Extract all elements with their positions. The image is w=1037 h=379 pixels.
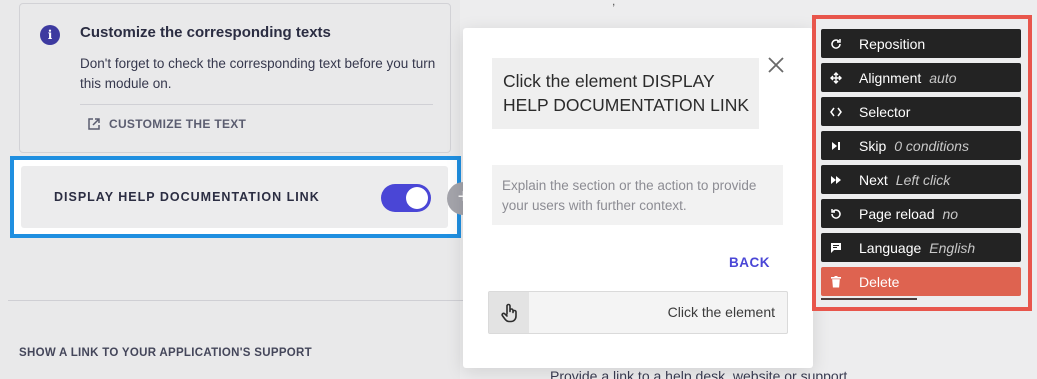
menu-value: Left click: [895, 171, 951, 188]
language-button[interactable]: Language English: [821, 233, 1021, 262]
help-link-toggle[interactable]: [381, 184, 431, 212]
display-help-option-row: DISPLAY HELP DOCUMENTATION LINK: [21, 166, 448, 228]
background-fragment: ,: [612, 0, 616, 8]
info-card-title: Customize the corresponding texts: [80, 24, 331, 41]
customize-text-label: CUSTOMIZE THE TEXT: [109, 117, 247, 131]
support-section-heading: SHOW A LINK TO YOUR APPLICATION'S SUPPOR…: [19, 347, 312, 359]
divider: [80, 104, 433, 105]
customize-text-link[interactable]: CUSTOMIZE THE TEXT: [87, 117, 246, 131]
alignment-icon: [829, 71, 843, 85]
menu-label: Skip: [859, 137, 887, 154]
menu-value: auto: [929, 69, 957, 86]
delete-underline: [821, 298, 917, 300]
code-icon: [829, 105, 843, 119]
menu-value: English: [929, 239, 976, 256]
menu-label: Delete: [859, 273, 900, 290]
menu-label: Alignment: [859, 69, 922, 86]
toggle-knob: [406, 187, 428, 209]
step-description-field[interactable]: Explain the section or the action to pro…: [492, 165, 783, 225]
external-link-icon: [88, 118, 100, 130]
highlighted-element: DISPLAY HELP DOCUMENTATION LINK: [10, 156, 461, 238]
reposition-button[interactable]: Reposition: [821, 29, 1021, 58]
trigger-action-field[interactable]: Click the element: [488, 291, 788, 334]
fast-forward-icon: [829, 173, 843, 187]
reposition-icon: [829, 37, 843, 51]
menu-label: Next: [859, 171, 888, 188]
info-card: i Customize the corresponding texts Don'…: [19, 3, 451, 153]
menu-label: Reposition: [859, 35, 926, 52]
close-icon[interactable]: [766, 55, 786, 75]
trigger-label: Click the element: [667, 304, 775, 320]
pointer-hand-icon: [489, 292, 529, 333]
next-button[interactable]: Next Left click: [821, 165, 1021, 194]
step-settings-panel: Reposition Alignment auto Selector Skip …: [812, 15, 1032, 311]
menu-value: no: [942, 205, 959, 222]
reload-icon: [829, 207, 843, 221]
page-reload-button[interactable]: Page reload no: [821, 199, 1021, 228]
support-description: Provide a link to a help desk, website o…: [550, 368, 848, 379]
menu-value: 0 conditions: [894, 137, 969, 154]
chat-icon: [829, 241, 843, 255]
skip-icon: [829, 139, 843, 153]
info-card-body: Don't forget to check the corresponding …: [80, 56, 436, 91]
selector-button[interactable]: Selector: [821, 97, 1021, 126]
skip-button[interactable]: Skip 0 conditions: [821, 131, 1021, 160]
menu-label: Page reload: [859, 205, 935, 222]
divider: [8, 300, 463, 301]
menu-label: Language: [859, 239, 922, 256]
delete-button[interactable]: Delete: [821, 267, 1021, 296]
option-label: DISPLAY HELP DOCUMENTATION LINK: [54, 190, 320, 204]
back-button[interactable]: BACK: [729, 255, 770, 270]
step-title-field[interactable]: Click the element DISPLAY HELP DOCUMENTA…: [492, 58, 759, 129]
step-popup: Click the element DISPLAY HELP DOCUMENTA…: [463, 28, 813, 368]
trash-icon: [829, 275, 843, 289]
menu-label: Selector: [859, 103, 911, 120]
alignment-button[interactable]: Alignment auto: [821, 63, 1021, 92]
info-icon: i: [40, 25, 60, 45]
